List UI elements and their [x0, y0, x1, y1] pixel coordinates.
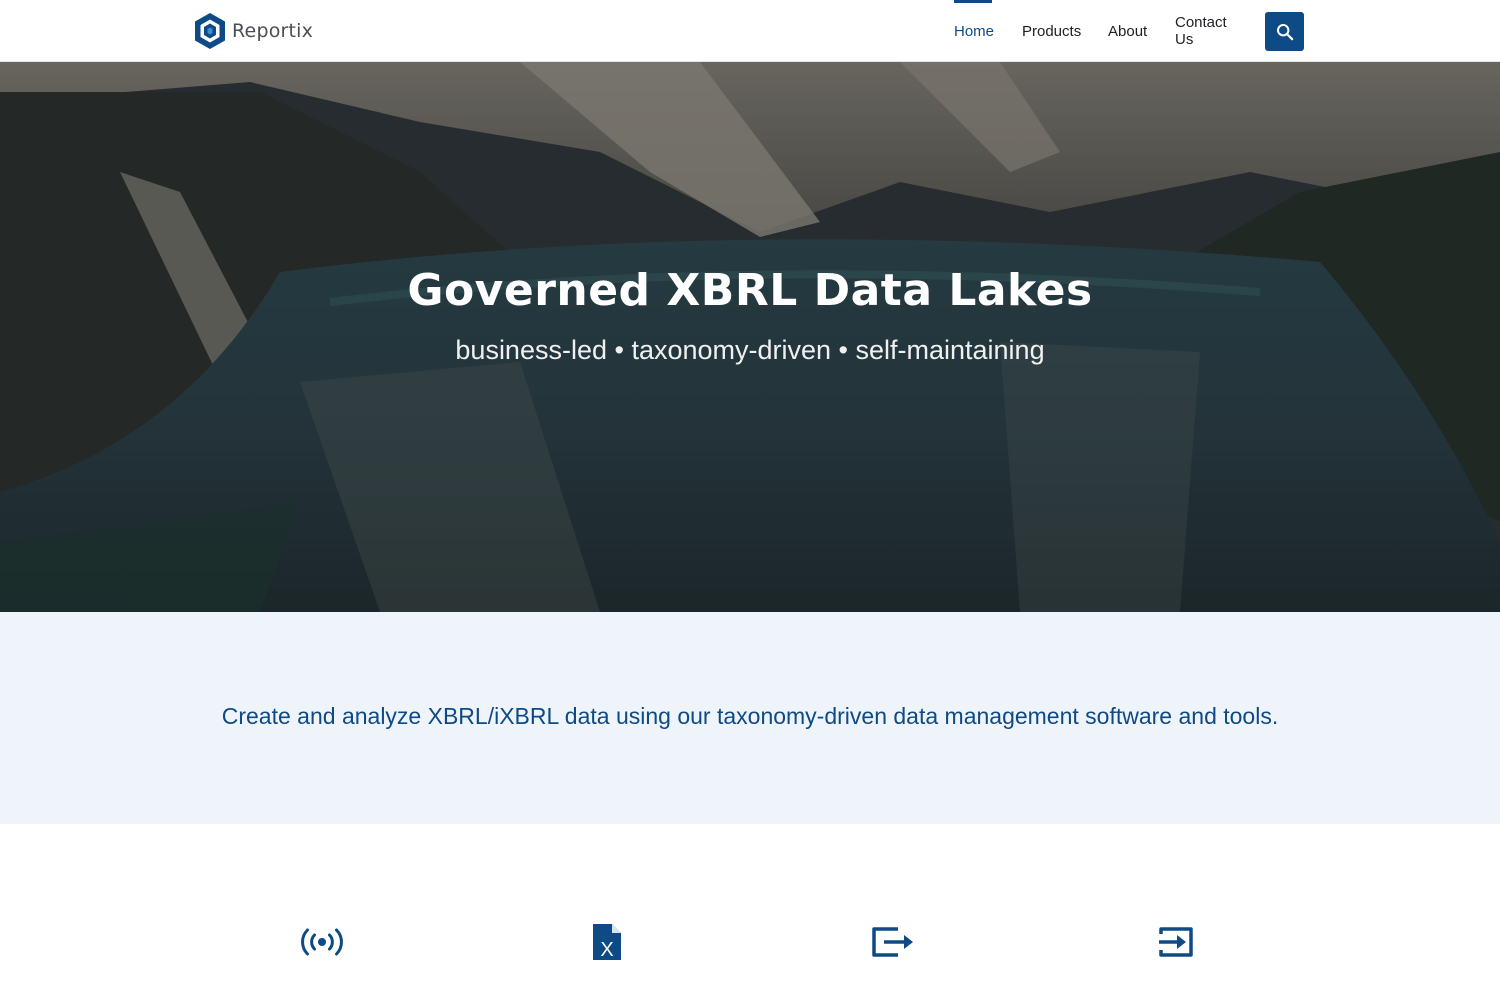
brand-logo[interactable]: Reportix	[193, 12, 313, 50]
intro-text: Create and analyze XBRL/iXBRL data using…	[221, 703, 1279, 729]
intro-section: Create and analyze XBRL/iXBRL data using…	[0, 612, 1500, 824]
feature-export	[862, 920, 922, 964]
nav-item-home[interactable]: Home	[954, 0, 994, 62]
search-button[interactable]	[1265, 12, 1304, 51]
hero-subtitle: business-led • taxonomy-driven • self-ma…	[455, 335, 1045, 365]
feature-broadcast	[292, 920, 352, 964]
brand-name: Reportix	[232, 20, 314, 42]
import-icon	[1159, 927, 1193, 957]
broadcast-icon	[301, 928, 343, 956]
export-icon	[872, 927, 913, 957]
feature-xbrl-file: X	[577, 920, 637, 964]
feature-import	[1146, 920, 1206, 964]
hero-banner: Governed XBRL Data Lakes business-led • …	[0, 62, 1500, 612]
hexagon-logo-icon	[195, 13, 225, 49]
xbrl-file-icon: X	[593, 924, 621, 961]
hero-title: Governed XBRL Data Lakes	[407, 265, 1093, 316]
nav-item-products[interactable]: Products	[1022, 0, 1081, 62]
nav-item-contact-us[interactable]: Contact Us	[1175, 0, 1247, 62]
file-glyph: X	[600, 939, 613, 961]
features-section: X	[0, 824, 1500, 1000]
search-icon	[1276, 23, 1293, 40]
nav-item-about[interactable]: About	[1108, 0, 1148, 62]
site-header: Reportix Home Products About Contact Us	[0, 0, 1500, 62]
